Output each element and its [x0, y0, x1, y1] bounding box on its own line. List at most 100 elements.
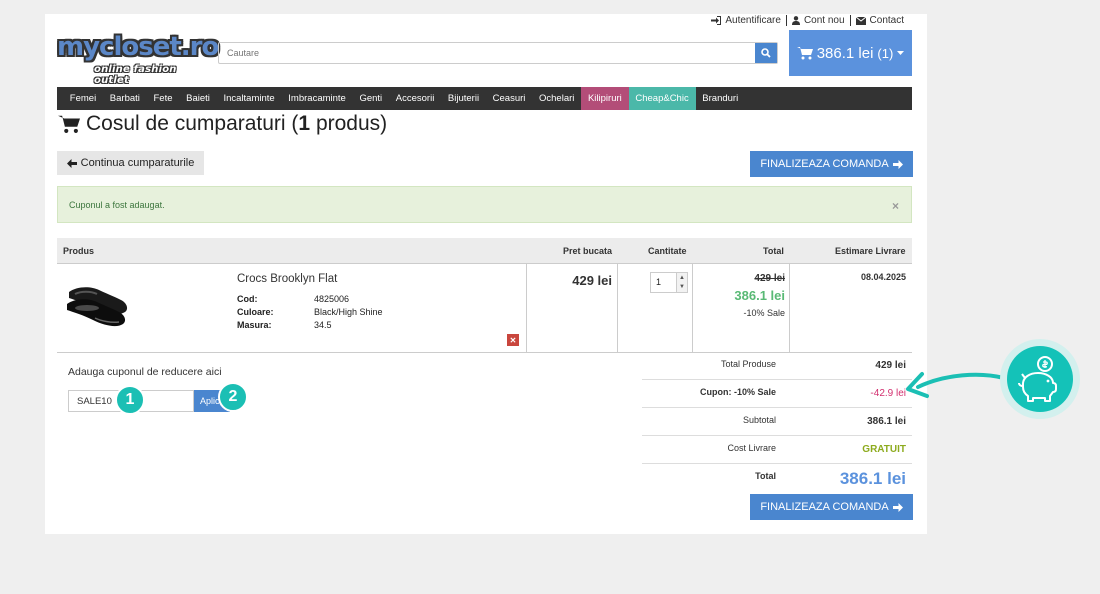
nav-item-imbracaminte[interactable]: Imbracaminte: [282, 87, 353, 110]
nav-item-fete[interactable]: Fete: [147, 87, 180, 110]
cart-button[interactable]: 386.1 lei (1): [789, 30, 912, 76]
header-quantity: Cantitate: [648, 246, 687, 256]
chevron-down-icon[interactable]: ▼: [677, 282, 687, 292]
nav-item-barbati[interactable]: Barbati: [103, 87, 147, 110]
remove-item-button[interactable]: ✕: [507, 334, 519, 346]
column-divider: [526, 264, 527, 352]
contact-link[interactable]: Contact: [851, 15, 909, 26]
totals-label: Total Produse: [720, 359, 776, 369]
site-logo[interactable]: mycloset.ro online fashion outlet: [57, 32, 219, 86]
column-divider: [617, 264, 618, 352]
nav-item-baieti[interactable]: Baieti: [179, 87, 216, 110]
search-input[interactable]: [219, 43, 755, 63]
nav-item-branduri[interactable]: Branduri: [696, 87, 746, 110]
curved-arrow-icon: [906, 372, 1006, 398]
totals-value: 386.1 lei: [867, 416, 906, 427]
cart-table-header: Produs Pret bucata Cantitate Total Estim…: [57, 238, 912, 264]
attr-key: Cod:: [237, 294, 258, 304]
totals-row-grand-total: Total 386.1 lei: [642, 464, 912, 492]
totals-row-shipping: Cost Livrare GRATUIT: [642, 436, 912, 464]
new-account-link[interactable]: Cont nou: [787, 15, 850, 26]
finalize-order-button-bottom[interactable]: FINALIZEAZA COMANDA: [750, 494, 913, 520]
cart-icon: [58, 115, 80, 133]
finalize-order-button-top[interactable]: FINALIZEAZA COMANDA: [750, 151, 913, 177]
unit-price: 429 lei: [572, 273, 612, 288]
alert-message: Cuponul a fost adaugat.: [69, 199, 165, 210]
page-title-text: Cosul de cumparaturi (1 produs): [86, 112, 387, 136]
product-name-link[interactable]: Crocs Brooklyn Flat: [237, 273, 337, 285]
grand-total-value: 386.1 lei: [839, 469, 906, 488]
step-badge-1: 1: [115, 385, 145, 415]
totals-label: Cupon: -10% Sale: [699, 387, 776, 397]
nav-item-accesorii[interactable]: Accesorii: [389, 87, 441, 110]
piggy-bank-circle: [1007, 346, 1073, 412]
login-link[interactable]: Autentificare: [706, 15, 786, 26]
discount-label: -10% Sale: [743, 308, 785, 318]
coupon-success-alert: Cuponul a fost adaugat. ×: [57, 186, 912, 223]
close-icon: ✕: [509, 335, 517, 345]
cart-total: 386.1 lei: [816, 44, 874, 62]
nav-item-cheap-chic[interactable]: Cheap&Chic: [628, 87, 696, 110]
nav-item-incaltaminte[interactable]: Incaltaminte: [217, 87, 282, 110]
page-title-prefix: Cosul de cumparaturi (: [86, 112, 299, 135]
continue-shopping-label: Continua cumparaturile: [80, 157, 195, 169]
attr-key: Masura:: [237, 320, 272, 330]
product-attributes: Cod: 4825006 Culoare: Black/High Shine Mas…: [237, 294, 383, 333]
attr-row: Cod: 4825006: [237, 294, 383, 307]
logo-text: mycloset.ro: [57, 32, 219, 62]
cart-count: (1): [877, 45, 894, 61]
column-divider: [692, 264, 693, 352]
piggy-bank-icon: [1018, 356, 1057, 402]
coupon-label: Adauga cuponul de reducere aici: [68, 366, 222, 378]
header-product: Produs: [63, 246, 95, 256]
main-nav: Femei Barbati Fete Baieti Incaltaminte I…: [57, 87, 912, 110]
attr-value: Black/High Shine: [314, 307, 383, 317]
alert-close-button[interactable]: ×: [892, 199, 899, 213]
totals-label: Subtotal: [742, 415, 776, 425]
nav-item-femei[interactable]: Femei: [63, 87, 103, 110]
attr-row: Culoare: Black/High Shine: [237, 307, 383, 320]
discounted-total: 386.1 lei: [734, 288, 785, 303]
header-unit-price: Pret bucata: [563, 246, 613, 256]
totals-row-products: Total Produse 429 lei: [642, 352, 912, 380]
nav-item-ceasuri[interactable]: Ceasuri: [486, 87, 532, 110]
piggy-bank-badge: [1000, 339, 1080, 419]
shipping-free-value: GRATUIT: [862, 444, 906, 455]
arrow-right-icon: [892, 502, 903, 512]
new-account-link-label: Cont nou: [803, 15, 845, 26]
top-links: Autentificare Cont nou Contact: [706, 15, 909, 26]
nav-item-ochelari[interactable]: Ochelari: [532, 87, 581, 110]
attr-value: 4825006: [314, 294, 350, 304]
quantity-arrows: ▲ ▼: [676, 273, 687, 292]
nav-item-kilipiruri[interactable]: Kilipiruri: [581, 87, 629, 110]
cart-icon: [796, 47, 813, 60]
chevron-up-icon[interactable]: ▲: [677, 273, 687, 283]
page-title-suffix: produs): [310, 112, 388, 135]
totals-row-coupon: Cupon: -10% Sale -42.9 lei: [642, 380, 912, 408]
step-badge-2: 2: [218, 382, 248, 412]
quantity-stepper[interactable]: 1 ▲ ▼: [650, 272, 688, 293]
search-icon: [761, 48, 771, 58]
search-button[interactable]: [755, 43, 777, 63]
arrow-left-icon: [66, 158, 77, 168]
totals-row-subtotal: Subtotal 386.1 lei: [642, 408, 912, 436]
attr-row: Masura: 34.5: [237, 320, 383, 333]
contact-link-label: Contact: [869, 15, 904, 26]
old-total: 429 lei: [754, 273, 785, 284]
caret-down-icon: [897, 50, 905, 55]
page-title-count: 1: [298, 112, 311, 135]
attr-key: Culoare:: [237, 307, 274, 317]
attr-value: 34.5: [314, 320, 332, 330]
product-image[interactable]: [65, 270, 137, 330]
delivery-date: 08.04.2025: [860, 272, 906, 282]
page-title: Cosul de cumparaturi (1 produs): [58, 112, 387, 136]
finalize-order-label: FINALIZEAZA COMANDA: [760, 158, 889, 170]
header-total: Total: [763, 246, 784, 256]
cart-item-row: Crocs Brooklyn Flat Cod: 4825006 Culoare:…: [57, 264, 912, 353]
continue-shopping-button[interactable]: Continua cumparaturile: [57, 151, 204, 175]
nav-item-bijuterii[interactable]: Bijuterii: [441, 87, 486, 110]
quantity-value[interactable]: 1: [651, 273, 676, 292]
login-link-label: Autentificare: [725, 15, 781, 26]
envelope-icon: [855, 16, 866, 25]
nav-item-genti[interactable]: Genti: [353, 87, 389, 110]
